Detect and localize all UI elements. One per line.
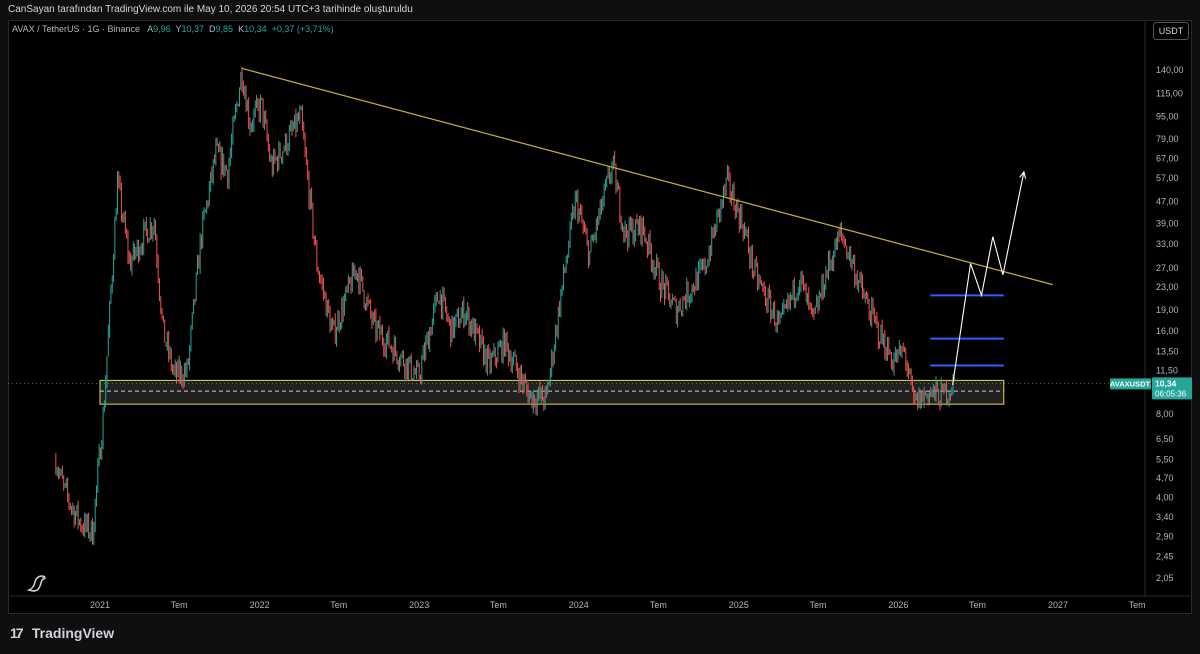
price-tick-label: 2,45 [1156, 552, 1174, 562]
price-tick-label: 95,00 [1156, 112, 1179, 122]
price-tick-label: 115,00 [1156, 89, 1183, 99]
time-tick-label: 2024 [569, 600, 589, 610]
symbol-label: AVAX / TetherUS · 1G · Binance [12, 24, 141, 34]
currency-button[interactable]: USDT [1153, 22, 1189, 40]
symbol-legend: AVAX / TetherUS · 1G · Binance A9,96 Y10… [12, 24, 334, 34]
price-tick-label: 11,50 [1156, 366, 1178, 376]
price-tick-label: 79,00 [1156, 134, 1179, 144]
time-tick-label: Tem [330, 600, 347, 610]
time-tick-label: 2027 [1048, 600, 1068, 610]
price-tick-label: 4,70 [1156, 473, 1174, 483]
price-tick-label: 6,50 [1156, 434, 1174, 444]
price-chart[interactable]: 140,00 115,00 95,00 79,00 67,00 57,00 47,00 39,… [0, 0, 1200, 654]
price-tick-label: 140,00 [1156, 65, 1184, 75]
time-tick-label: 2025 [729, 600, 749, 610]
price-tick-label: 4,00 [1156, 493, 1174, 503]
time-tick-label: Tem [1129, 600, 1146, 610]
price-tick-label: 57,00 [1156, 173, 1179, 183]
price-tick-label: 23,00 [1156, 282, 1179, 292]
open-value: 9,96 [153, 24, 171, 34]
brand-name: TradingView [31, 625, 115, 641]
tradingview-logo-icon: 17 [10, 625, 24, 641]
change-value: +0,37 (+3,71%) [271, 24, 334, 34]
time-tick-label: 2023 [409, 600, 429, 610]
price-tick-label: 13,50 [1156, 346, 1179, 356]
price-tick-label: 2,05 [1156, 573, 1174, 583]
time-tick-label: 2022 [250, 600, 270, 610]
time-tick-label: 2021 [90, 600, 110, 610]
support-zone [99, 379, 1005, 405]
price-tick-label: 39,00 [1156, 219, 1179, 229]
tradingview-logo[interactable]: 17 TradingView [10, 625, 114, 641]
high-value: 10,37 [181, 24, 205, 34]
time-tick-label: 2026 [888, 600, 908, 610]
price-tick-label: 2,90 [1156, 531, 1174, 541]
projection-path [952, 171, 1025, 386]
low-value: 9,85 [215, 24, 234, 34]
dino-icon [26, 575, 46, 592]
close-value: 10,34 [244, 24, 267, 34]
time-tick-label: Tem [171, 600, 188, 610]
price-tick-label: 8,00 [1156, 409, 1174, 419]
time-tick-label: Tem [490, 600, 507, 610]
price-tick-label: 33,00 [1156, 239, 1179, 249]
time-tick-label: Tem [650, 600, 667, 610]
price-tag-timer: 06:05:36 [1155, 389, 1187, 398]
price-tick-label: 16,00 [1156, 326, 1179, 336]
price-tick-label: 5,50 [1156, 454, 1174, 464]
time-tick-label: Tem [809, 600, 826, 610]
price-tick-label: 3,40 [1156, 512, 1174, 522]
time-tick-label: Tem [969, 600, 986, 610]
price-tick-label: 19,00 [1156, 305, 1179, 315]
price-tick-label: 47,00 [1156, 196, 1179, 206]
price-tick-label: 67,00 [1156, 154, 1179, 164]
symbol-tag-label: AVAXUSDT [1110, 379, 1151, 388]
price-tick-label: 27,00 [1156, 263, 1179, 273]
price-tag-value: 10,34 [1155, 378, 1177, 388]
